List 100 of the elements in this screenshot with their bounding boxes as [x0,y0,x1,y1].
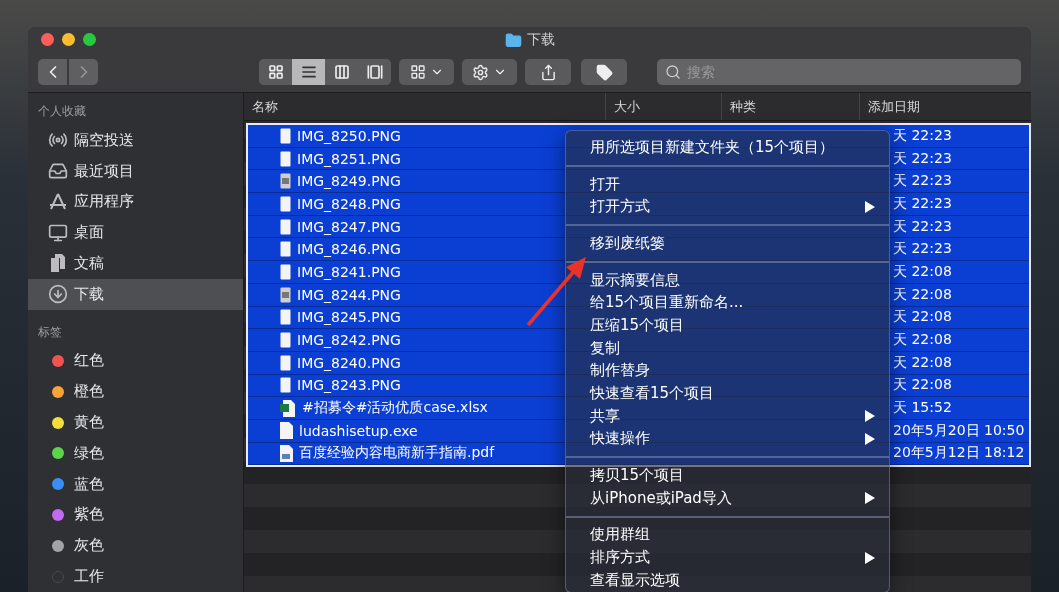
sidebar-label: 桌面 [74,223,104,243]
search-icon [665,64,681,81]
menu-item[interactable]: 使用群组 [566,523,889,547]
menu-item[interactable]: 打开方式 [566,195,889,219]
file-name-cell[interactable]: IMG_8245.PNG [248,306,566,330]
date-cell: 20年5月12日 18:12 [891,442,1029,466]
zoom-button[interactable] [83,33,96,47]
tag-item[interactable]: 蓝色 [28,468,243,500]
image-file-icon [280,173,291,190]
sidebar-item[interactable]: 应用程序 [28,186,243,218]
tag-item[interactable]: 橙色 [28,376,243,408]
sidebar-item[interactable]: 文稿 [28,248,243,279]
sidebar-item[interactable]: 下载 [28,278,243,310]
columns-icon [333,64,350,81]
tag-item[interactable]: 工作 [28,561,243,592]
sidebar-label: 下载 [74,284,104,304]
menu-item[interactable]: 快速查看15个项目 [566,382,889,405]
sidebar-item[interactable]: 最近项目 [28,155,243,187]
column-header[interactable]: 大小 [605,93,721,120]
window-title: 下载 [526,31,555,49]
file-name-cell[interactable]: IMG_8246.PNG [248,238,566,262]
menu-item[interactable]: 拷贝15个项目 [566,464,889,487]
action-button[interactable] [462,59,517,86]
sidebar-label: 文稿 [74,253,104,273]
tag-label: 工作 [74,567,104,587]
menu-item[interactable]: 显示摘要信息 [566,268,889,292]
tag-label: 灰色 [74,536,104,556]
file-icon [280,354,291,371]
share-button[interactable] [525,59,571,86]
sidebar-label: 应用程序 [74,192,134,212]
monitor-icon [48,222,68,243]
list-icon [300,64,317,81]
sidebar-item[interactable]: 桌面 [28,217,243,249]
sidebar-label: 隔空投送 [74,130,134,150]
gallery-icon [366,64,383,81]
tag-icon [595,63,613,81]
file-name-cell[interactable]: ludashisetup.exe [248,419,566,443]
grid-icon [267,64,284,81]
tray-icon [48,161,68,182]
tag-label: 紫色 [74,505,104,525]
tag-item[interactable]: 黄色 [28,407,243,438]
minimize-button[interactable] [62,33,75,47]
sidebar-item[interactable]: 隔空投送 [28,124,243,156]
tag-label: 绿色 [74,443,104,463]
sidebar-label: 最近项目 [74,161,134,181]
tag-item[interactable]: 绿色 [28,437,243,469]
view-mode-button[interactable] [292,59,325,86]
menu-item[interactable]: 给15个项目重新命名... [566,291,889,315]
apps-icon [48,191,68,212]
gear-icon [472,63,489,81]
file-icon [280,195,291,212]
column-header[interactable]: 种类 [721,93,859,120]
image-file-icon [280,286,291,303]
pdf-file-icon [280,444,293,462]
tag-button[interactable] [581,59,627,86]
file-icon [280,127,291,144]
tag-label: 红色 [74,351,104,371]
tag-item[interactable]: 紫色 [28,499,243,531]
menu-item[interactable]: 复制 [566,336,889,360]
tag-item[interactable]: 灰色 [28,530,243,562]
back-button[interactable] [38,59,67,86]
file-name-cell[interactable]: IMG_8242.PNG [248,329,566,352]
menu-item[interactable]: 查看显示选项 [566,569,889,592]
file-name-cell[interactable]: IMG_8243.PNG [248,374,566,398]
column-header[interactable]: 名称 [244,93,605,120]
menu-item[interactable]: 移到废纸篓 [566,232,889,255]
menu-item[interactable]: 从iPhone或iPad导入 [566,486,889,510]
spreadsheet-icon [280,399,296,417]
tag-label: 黄色 [74,413,104,433]
column-header[interactable]: 添加日期 [859,93,1031,120]
menu-item[interactable]: 快速操作 [566,427,889,451]
close-button[interactable] [41,33,54,47]
sidebar-heading: 个人收藏 [37,103,87,120]
documents-icon [48,253,68,274]
menu-item[interactable]: 用所选项目新建文件夹（15个项目） [566,136,889,159]
file-name-cell[interactable]: #招募令#活动优质case.xlsx [248,397,566,420]
share-icon [539,63,557,81]
group-button[interactable] [399,59,454,86]
file-icon [280,218,291,235]
menu-item[interactable]: 制作替身 [566,359,889,383]
folder-icon [504,31,522,49]
file-icon [280,422,293,440]
file-icon [280,241,291,258]
tag-label: 橙色 [74,382,104,402]
forward-button[interactable] [69,59,98,86]
file-icon [280,150,291,167]
menu-item[interactable]: 排序方式 [566,546,889,569]
download-icon [48,284,68,305]
menu-item[interactable]: 共享 [566,404,889,428]
grid-icon [409,64,426,81]
file-icon [280,332,291,349]
file-name-cell[interactable]: IMG_8249.PNG [248,170,566,194]
file-icon [280,263,291,280]
tag-item[interactable]: 红色 [28,345,243,377]
menu-item[interactable]: 打开 [566,172,889,196]
menu-item[interactable]: 压缩15个项目 [566,314,889,337]
file-name-cell[interactable]: 百度经验内容电商新手指南.pdf [248,442,566,466]
file-name-cell[interactable]: IMG_8248.PNG [248,193,566,216]
file-name-cell[interactable]: IMG_8250.PNG [248,125,566,148]
file-icon [280,309,291,326]
